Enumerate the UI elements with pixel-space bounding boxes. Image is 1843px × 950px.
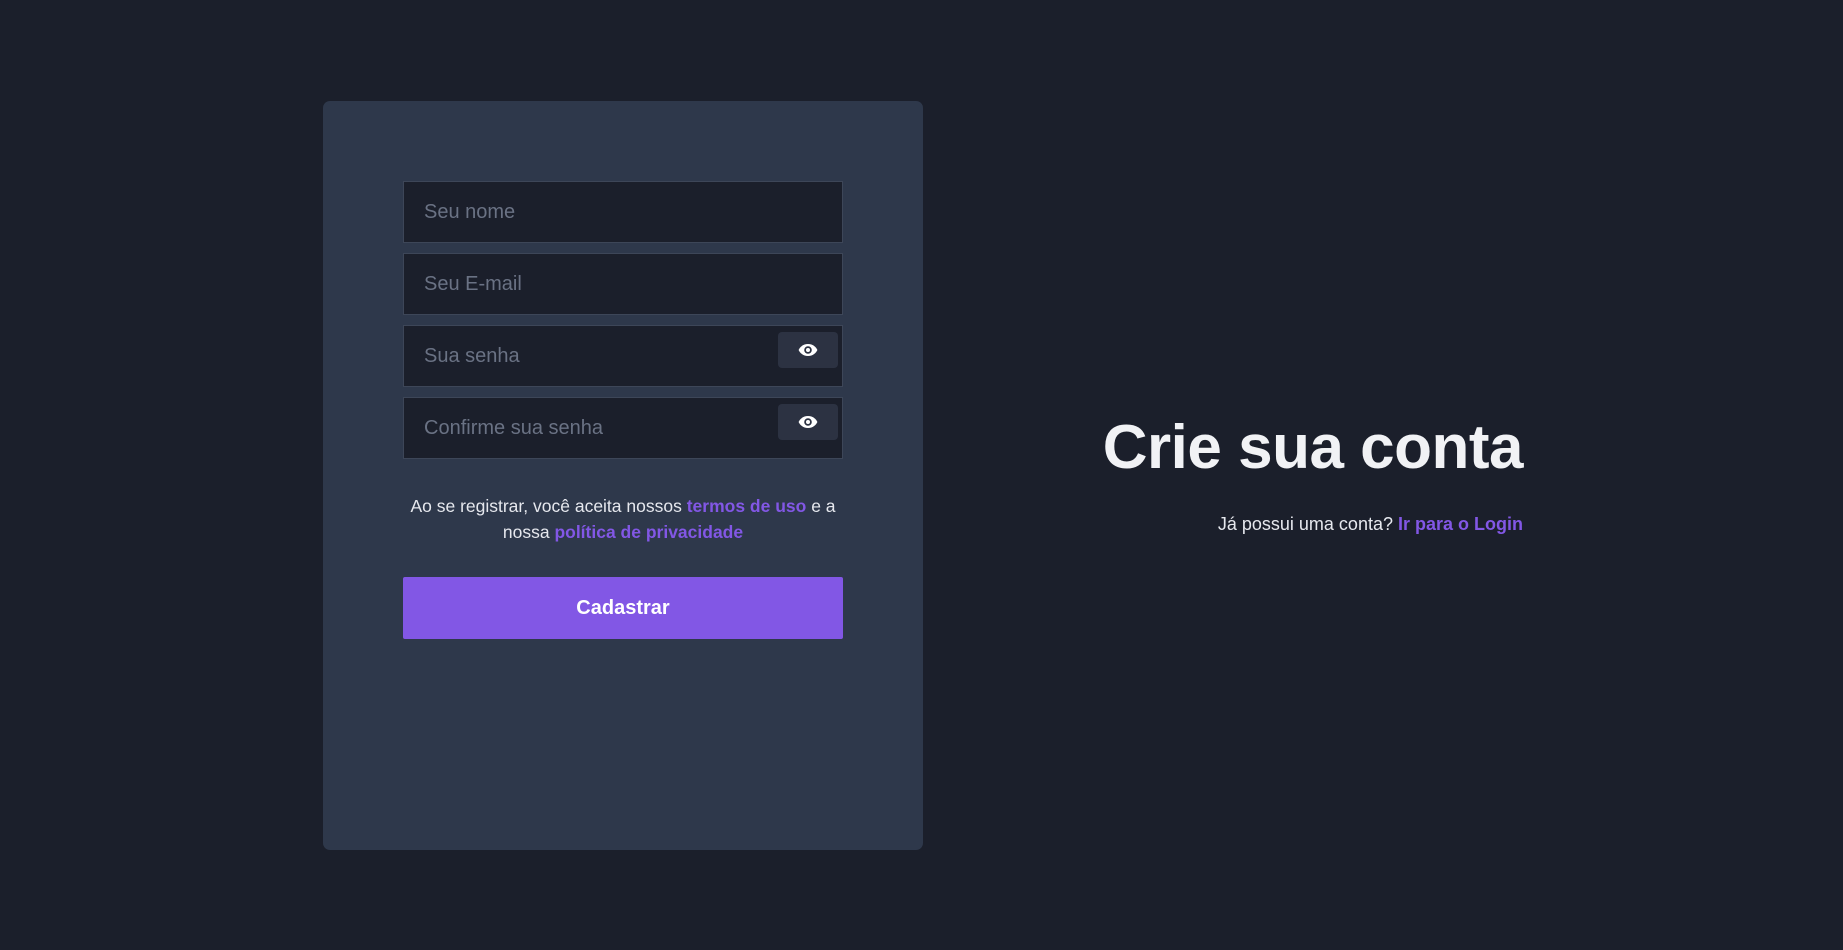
eye-icon [798, 416, 818, 428]
name-field-container [403, 181, 843, 243]
name-input[interactable] [404, 182, 842, 242]
login-prompt: Já possui uma conta? [1217, 514, 1398, 534]
confirm-password-field-container [403, 397, 843, 459]
terms-text: Ao se registrar, você aceita nossos term… [403, 493, 843, 545]
confirm-password-toggle-button[interactable] [778, 404, 838, 440]
login-link[interactable]: Ir para o Login [1398, 514, 1523, 534]
password-toggle-button[interactable] [778, 332, 838, 368]
page: Ao se registrar, você aceita nossos term… [0, 0, 1843, 950]
password-input[interactable] [404, 326, 842, 386]
terms-of-use-link[interactable]: termos de uso [687, 496, 807, 516]
terms-prefix: Ao se registrar, você aceita nossos [410, 496, 687, 516]
privacy-policy-link[interactable]: política de privacidade [554, 522, 743, 542]
login-prompt-line: Já possui uma conta? Ir para o Login [1060, 514, 1523, 535]
page-title: Crie sua conta [1102, 413, 1524, 482]
register-card: Ao se registrar, você aceita nossos term… [323, 101, 923, 850]
register-button[interactable]: Cadastrar [403, 577, 843, 639]
password-field-container [403, 325, 843, 387]
register-form: Ao se registrar, você aceita nossos term… [403, 181, 843, 639]
confirm-password-input[interactable] [404, 398, 842, 458]
side-panel: Crie sua conta Já possui uma conta? Ir p… [1060, 410, 1524, 535]
email-input[interactable] [404, 254, 842, 314]
email-field-container [403, 253, 843, 315]
eye-icon [798, 344, 818, 356]
